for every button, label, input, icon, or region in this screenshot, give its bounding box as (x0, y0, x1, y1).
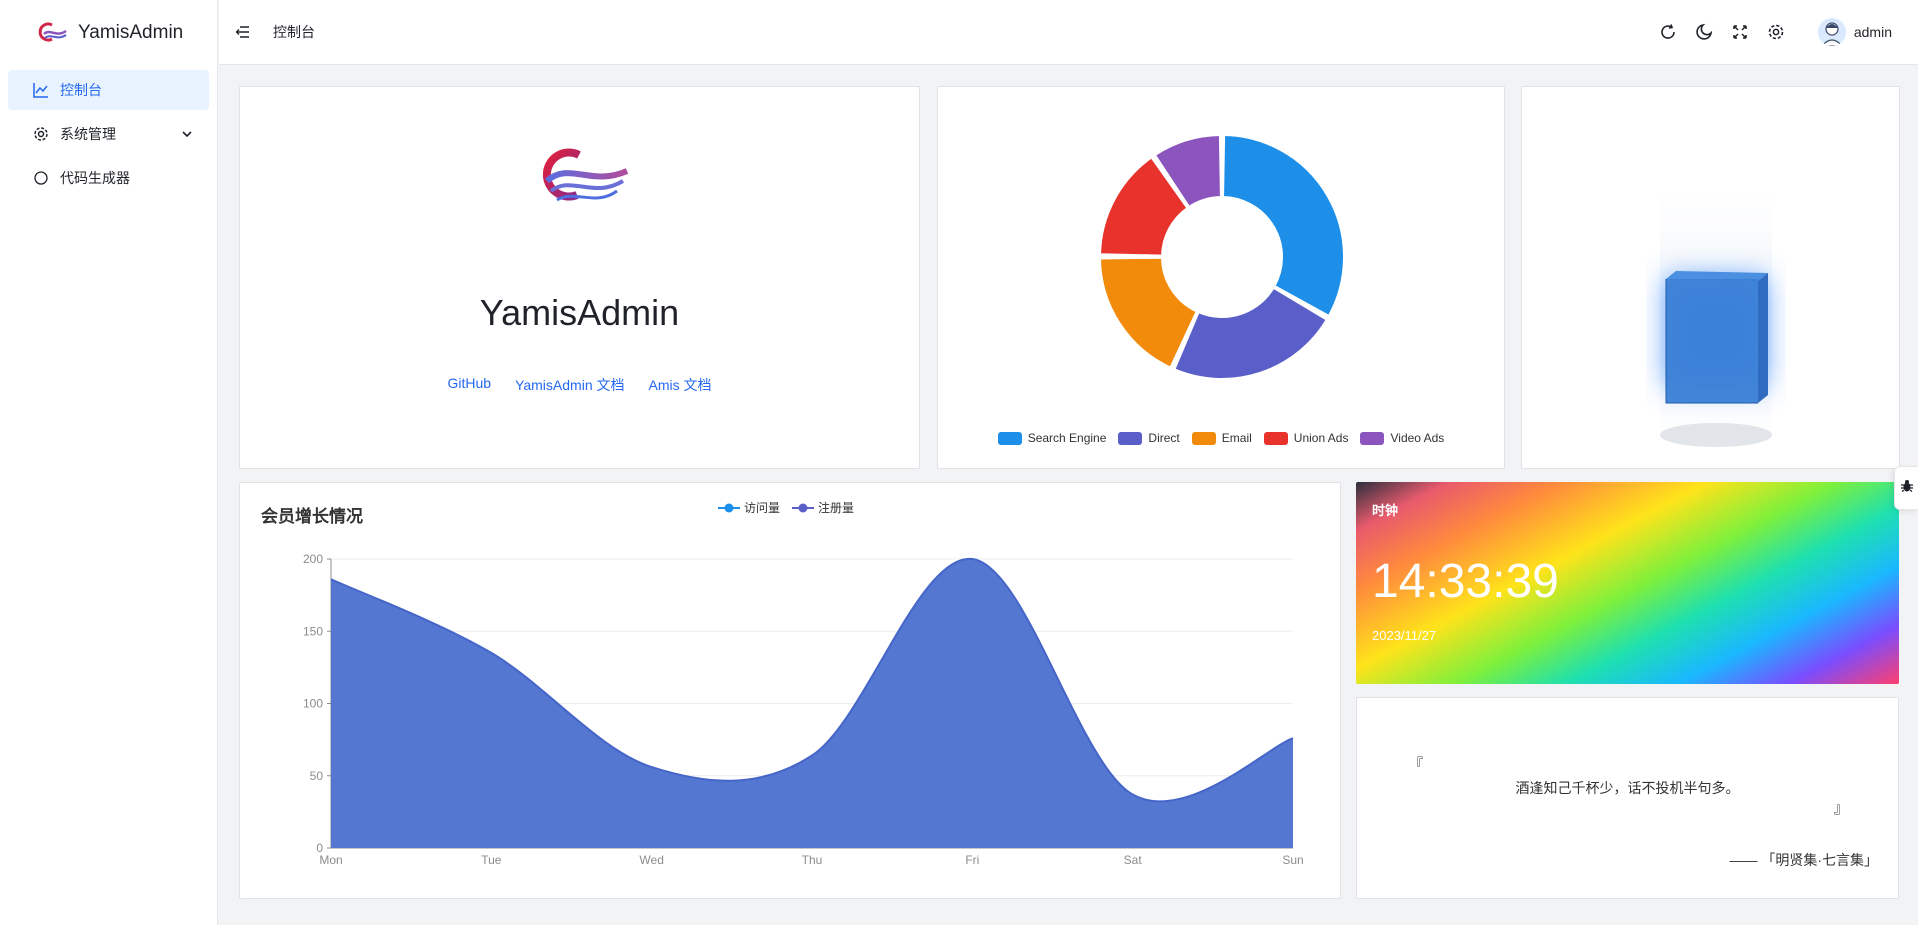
legend-label: Video Ads (1390, 431, 1445, 445)
legend-swatch (1263, 431, 1288, 445)
menu-fold-icon[interactable] (231, 20, 255, 44)
quote-close-mark: 』 (1834, 800, 1848, 816)
cube-graphic (1660, 187, 1772, 447)
pie-slice-search-engine[interactable] (1222, 134, 1345, 317)
clock-card: 时钟 14:33:39 2023/11/27 (1356, 482, 1899, 684)
docs-link[interactable]: YamisAdmin 文档 (515, 375, 624, 395)
quote-open-mark: 『 (1409, 756, 1423, 772)
sidebar-item-label: 代码生成器 (60, 170, 130, 186)
amis-docs-link[interactable]: Amis 文档 (649, 375, 712, 395)
x-tick-label: Mon (319, 853, 342, 867)
legend-item[interactable]: Direct (1118, 431, 1180, 445)
logo-icon (542, 148, 629, 202)
top-header: 控制台 admin (219, 0, 1918, 65)
intro-card: YamisAdmin GitHub YamisAdmin 文档 Amis 文档 (239, 86, 920, 469)
username: admin (1853, 24, 1892, 40)
legend-swatch (1191, 431, 1216, 445)
x-tick-label: Tue (481, 853, 502, 867)
quote-source: —— 「明贤集·七言集」 (1729, 852, 1878, 868)
clock-date: 2023/11/27 (1372, 628, 1437, 643)
fullscreen-icon[interactable] (1728, 20, 1752, 44)
avatar (1817, 18, 1846, 46)
circle-icon (32, 169, 50, 187)
x-tick-label: Fri (965, 853, 979, 867)
legend-swatch (1360, 431, 1385, 445)
settings-icon[interactable] (1764, 20, 1788, 44)
donut-chart (1099, 134, 1345, 380)
user-menu[interactable]: admin (1817, 18, 1892, 46)
app-name: YamisAdmin (78, 22, 184, 43)
sidebar-item-codegen[interactable]: 代码生成器 (8, 158, 209, 198)
x-tick-label: Sun (1282, 853, 1303, 867)
sidebar-item-dashboard[interactable]: 控制台 (8, 70, 209, 110)
debug-tab[interactable] (1894, 466, 1918, 510)
x-tick-label: Thu (802, 853, 823, 867)
intro-links: GitHub YamisAdmin 文档 Amis 文档 (240, 375, 919, 395)
legend-item[interactable]: Video Ads (1360, 431, 1444, 445)
line-chart-icon (32, 81, 50, 99)
legend-item[interactable]: Email (1191, 431, 1252, 445)
legend-label: Direct (1148, 431, 1180, 445)
intro-title: YamisAdmin (479, 292, 680, 333)
quote-card: 『 酒逢知己千杯少，话不投机半句多。 』 —— 「明贤集·七言集」 (1356, 697, 1899, 899)
pie-legend: Search Engine Direct Email Union Ads Video A… (938, 431, 1504, 445)
legend-label: Search Engine (1027, 431, 1107, 445)
github-link[interactable]: GitHub (447, 375, 491, 395)
bug-icon (1900, 479, 1914, 498)
y-tick-label: 100 (303, 697, 323, 711)
x-tick-label: Wed (639, 853, 663, 867)
x-tick-label: Sat (1124, 853, 1143, 867)
legend-item[interactable]: Union Ads (1263, 431, 1349, 445)
sidebar-item-system[interactable]: 系统管理 (8, 114, 209, 154)
moon-icon[interactable] (1692, 20, 1716, 44)
gear-icon (32, 125, 50, 143)
area-chart: 050100150200Mon Tue Wed Thu Fri Sat Sun (303, 552, 1304, 867)
y-tick-label: 50 (310, 769, 324, 783)
clock-title: 时钟 (1372, 503, 1399, 518)
refresh-icon[interactable] (1656, 20, 1680, 44)
traffic-pie-card: Search Engine Direct Email Union Ads Video A… (937, 86, 1505, 469)
logo-icon (38, 22, 67, 42)
legend-swatch (997, 431, 1022, 445)
legend-label: Email (1221, 431, 1252, 445)
member-growth-card: 会员增长情况 访问量 注册量 0 50 100 150 200 Mon Tue Wed Thu Fr… (239, 482, 1341, 899)
chevron-down-icon (181, 128, 193, 140)
sidebar: YamisAdmin 控制台 系统管理 代码生成器 (0, 0, 218, 925)
y-tick-label: 150 (303, 624, 323, 638)
sidebar-item-label: 系统管理 (60, 126, 116, 142)
cube-card (1521, 86, 1900, 469)
legend-label: Union Ads (1293, 431, 1349, 445)
quote-text: 酒逢知己千杯少，话不投机半句多。 (1515, 780, 1740, 796)
sidebar-item-label: 控制台 (60, 82, 102, 98)
y-tick-label: 200 (303, 552, 323, 566)
breadcrumb: 控制台 (273, 24, 315, 40)
legend-item[interactable]: Search Engine (997, 431, 1107, 445)
brand[interactable]: YamisAdmin (0, 0, 217, 66)
clock-time: 14:33:39 (1372, 555, 1559, 608)
legend-swatch (1118, 431, 1143, 445)
